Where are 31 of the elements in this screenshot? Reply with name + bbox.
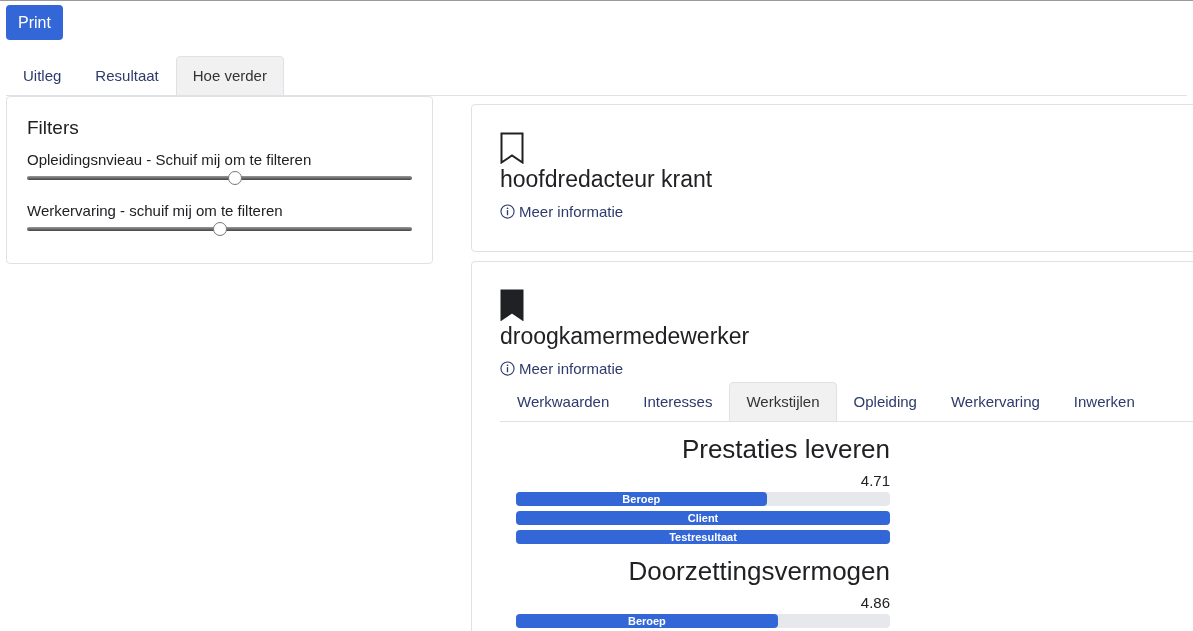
job-title: hoofdredacteur krant xyxy=(500,166,714,193)
score-value: 4.86 xyxy=(859,594,890,611)
slider-thumb[interactable] xyxy=(212,222,227,236)
bar-fill: Beroep xyxy=(516,614,778,628)
work-style-title: Prestaties leveren xyxy=(680,434,890,464)
tab[interactable]: Uitleg xyxy=(6,56,79,96)
info-link[interactable]: Meer informatie xyxy=(500,360,624,377)
tab[interactable]: Hoe verder xyxy=(175,56,284,96)
filters-title: Filters xyxy=(27,117,80,139)
bar-fill: Client xyxy=(516,511,890,525)
tab[interactable]: Werkwaarden xyxy=(500,382,627,422)
bar-fill: Beroep xyxy=(516,492,767,506)
score-value: 4.71 xyxy=(859,472,890,489)
bookmark-icon[interactable] xyxy=(500,132,524,164)
bookmark-filled-icon[interactable] xyxy=(500,289,524,321)
info-icon xyxy=(500,361,515,376)
tab[interactable]: Opleiding xyxy=(836,382,934,422)
tab[interactable]: Werkervaring xyxy=(933,382,1057,422)
tab[interactable]: Resultaat xyxy=(78,56,176,96)
slider-label: Opleidingsnvieau - Schuif mij om te filteren xyxy=(27,151,313,168)
bar-fill: Testresultaat xyxy=(516,530,890,544)
slider-thumb[interactable] xyxy=(227,171,242,185)
tab[interactable]: Interesses xyxy=(626,382,730,422)
slider-label: Werkervaring - schuif mij om te filteren xyxy=(27,202,284,219)
job-title: droogkamermedewerker xyxy=(500,323,751,350)
info-link[interactable]: Meer informatie xyxy=(500,203,624,220)
tab[interactable]: Werkstijlen xyxy=(729,382,837,422)
tab[interactable]: Inwerken xyxy=(1056,382,1152,422)
print-button[interactable]: Print xyxy=(6,5,63,40)
work-style-title: Doorzettingsvermogen xyxy=(627,556,890,586)
info-icon xyxy=(500,204,515,219)
